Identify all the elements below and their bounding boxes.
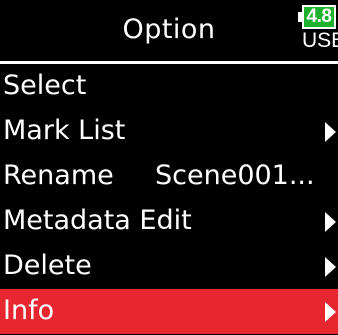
menu-item-label: Rename (3, 160, 114, 191)
rename-current-value: Scene001... (155, 160, 315, 191)
header-bar: Option 4.8 USB (0, 0, 338, 62)
menu-item-label: Select (3, 70, 87, 101)
menu-item-metadata-edit[interactable]: Metadata Edit (0, 199, 338, 244)
chevron-right-icon (325, 122, 336, 142)
battery-indicator: 4.8 USB (298, 5, 338, 57)
menu-item-label: Mark List (3, 115, 126, 146)
menu-item-delete[interactable]: Delete (0, 244, 338, 289)
menu-item-label: Metadata Edit (3, 205, 192, 236)
option-menu: Select Mark List Rename Scene001... Meta… (0, 64, 338, 334)
menu-item-mark-list[interactable]: Mark List (0, 109, 338, 154)
menu-item-select[interactable]: Select (0, 64, 338, 109)
menu-item-rename[interactable]: Rename Scene001... (0, 154, 338, 199)
page-title: Option (122, 14, 216, 45)
menu-item-info[interactable]: Info (0, 289, 338, 334)
chevron-right-icon (325, 257, 336, 277)
menu-item-label: Info (3, 295, 55, 326)
battery-icon: 4.8 (302, 5, 336, 29)
battery-voltage: 4.8 (306, 6, 332, 27)
menu-item-label: Delete (3, 250, 92, 281)
chevron-right-icon (325, 302, 336, 322)
chevron-right-icon (325, 212, 336, 232)
power-source-label: USB (302, 29, 338, 52)
